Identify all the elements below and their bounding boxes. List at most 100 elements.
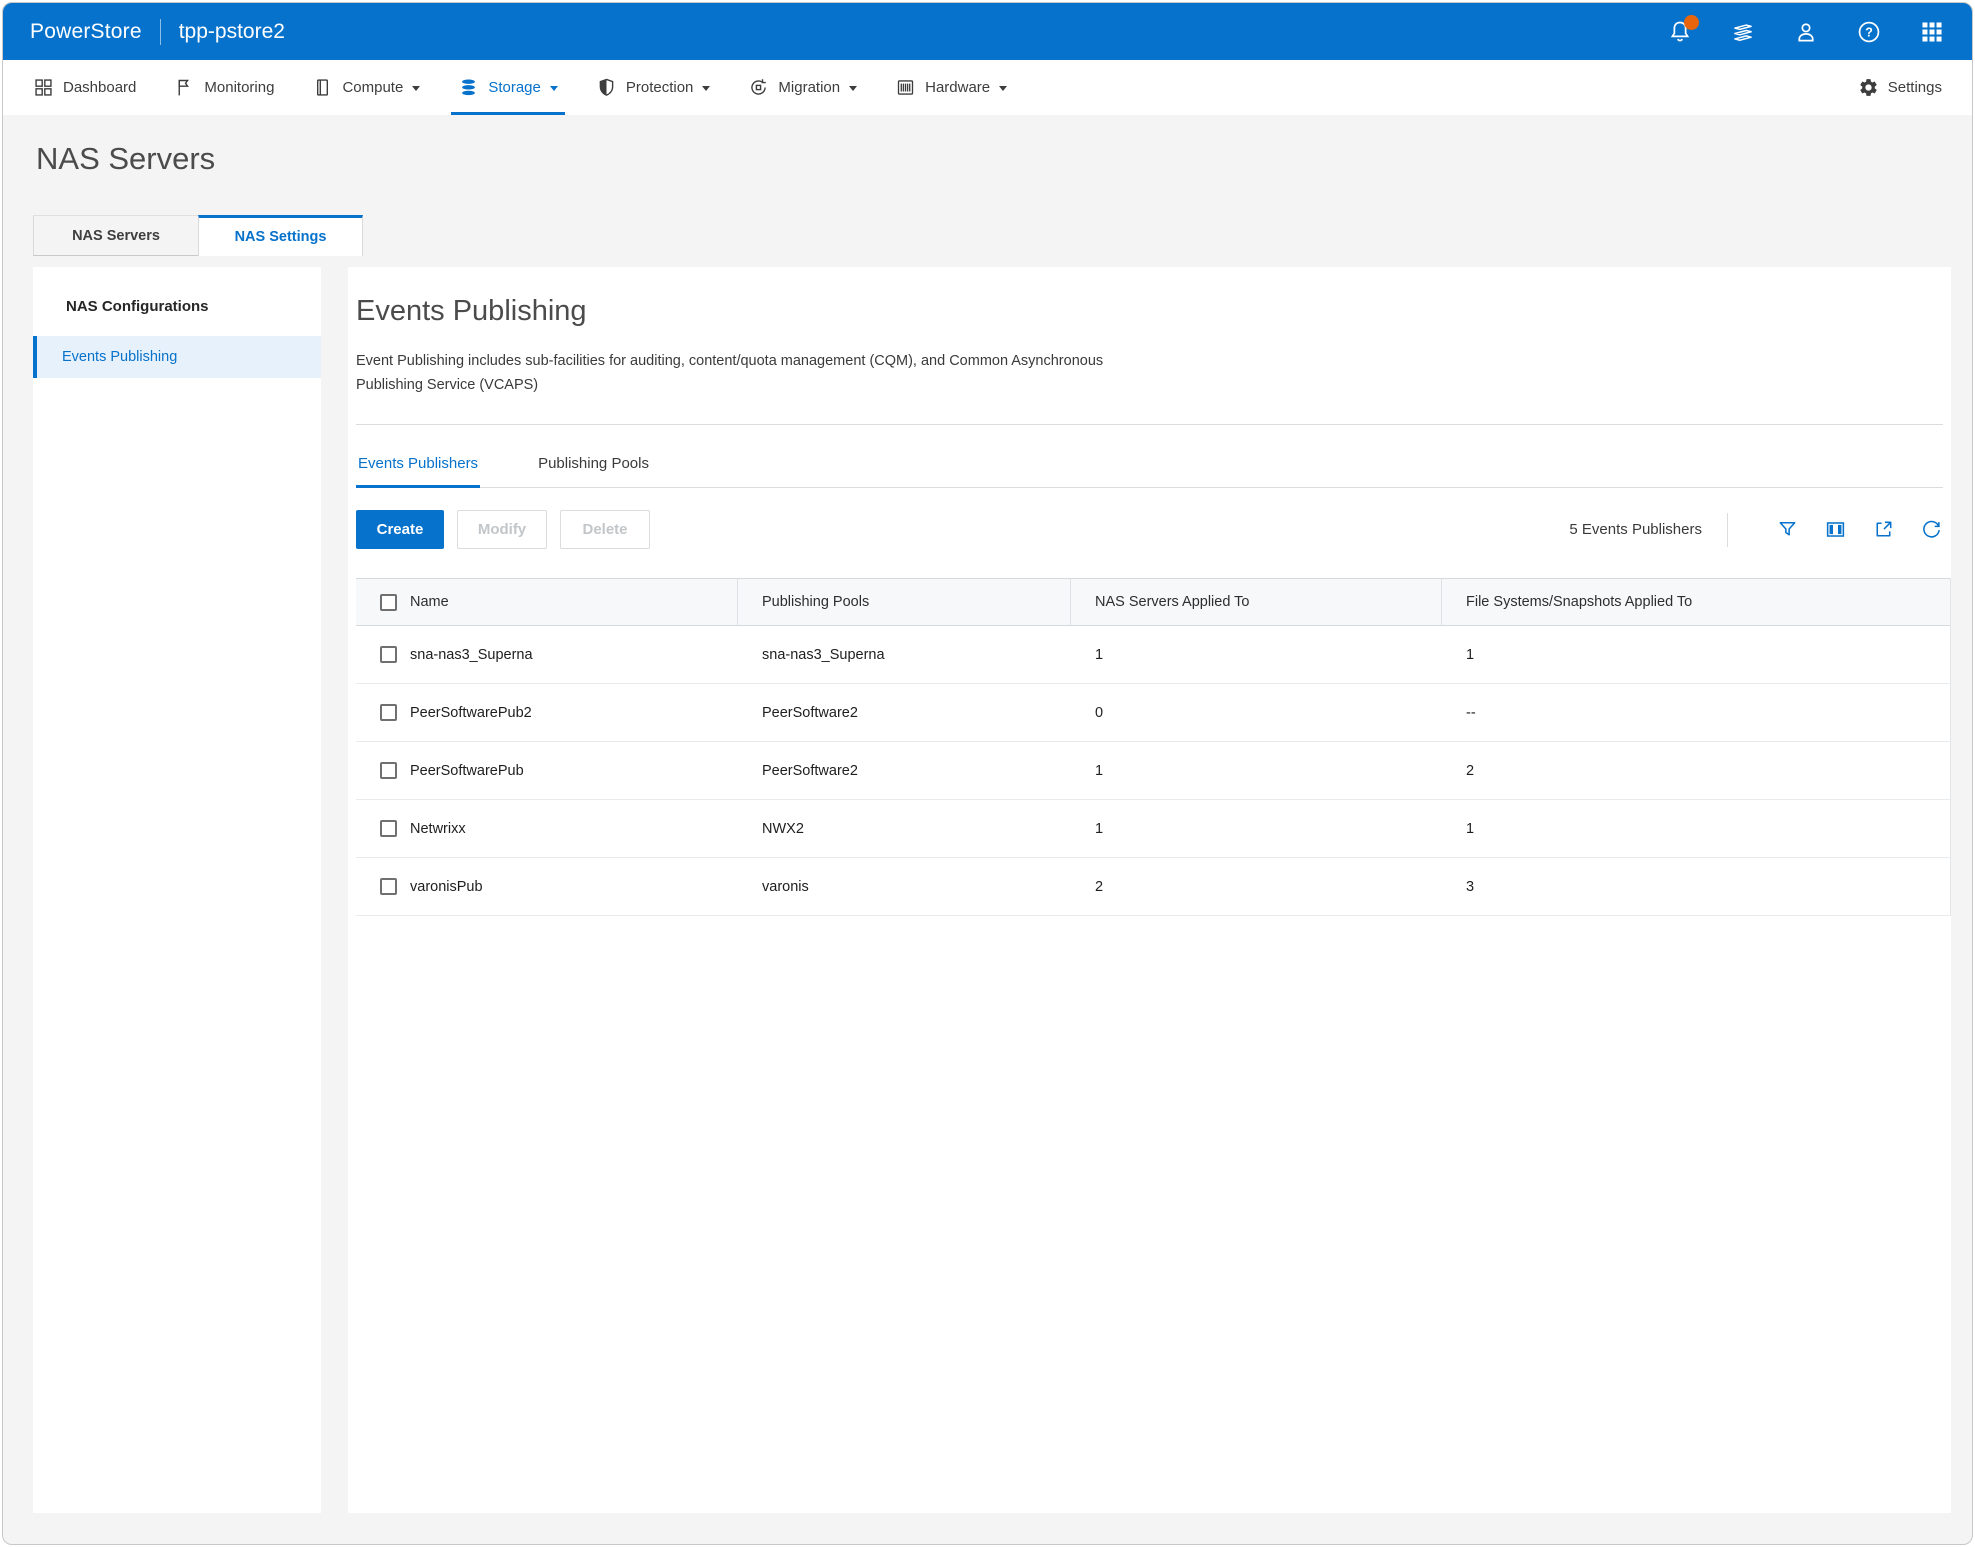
column-header-nas-servers[interactable]: NAS Servers Applied To bbox=[1071, 579, 1442, 625]
gear-icon bbox=[1858, 77, 1879, 98]
sidebar-item-events-publishing[interactable]: Events Publishing bbox=[33, 336, 321, 378]
cell-value: sna-nas3_Superna bbox=[410, 647, 533, 663]
cell-name: PeerSoftwarePub bbox=[356, 742, 738, 799]
export-icon[interactable] bbox=[1872, 518, 1895, 541]
chevron-down-icon bbox=[550, 86, 558, 91]
notification-badge bbox=[1684, 15, 1699, 30]
toolbar-divider bbox=[1727, 513, 1728, 547]
modify-button[interactable]: Modify bbox=[457, 510, 547, 549]
nav-item-protection[interactable]: Protection bbox=[596, 60, 711, 115]
cell-file-systems: 3 bbox=[1442, 858, 1951, 915]
table-row[interactable]: Netwrixx NWX2 1 1 bbox=[356, 800, 1950, 858]
migration-icon bbox=[748, 77, 769, 98]
nav-label: Storage bbox=[488, 79, 541, 96]
subtab-publishing-pools[interactable]: Publishing Pools bbox=[536, 445, 651, 488]
row-checkbox[interactable] bbox=[380, 878, 397, 895]
refresh-icon[interactable] bbox=[1920, 518, 1943, 541]
cell-name: PeerSoftwarePub2 bbox=[356, 684, 738, 741]
table-row[interactable]: varonisPub varonis 2 3 bbox=[356, 858, 1950, 916]
filter-icon[interactable] bbox=[1776, 518, 1799, 541]
flag-icon bbox=[174, 77, 195, 98]
app-window: PowerStore tpp-pstore2 bbox=[2, 2, 1973, 1545]
cell-nas-servers: 0 bbox=[1071, 684, 1442, 741]
column-label: Name bbox=[410, 594, 449, 610]
cell-name: varonisPub bbox=[356, 858, 738, 915]
brand-divider bbox=[160, 19, 161, 45]
toolbar: Create Modify Delete 5 Events Publishers bbox=[356, 510, 1943, 549]
select-all-checkbox[interactable] bbox=[380, 594, 397, 611]
column-header-file-systems[interactable]: File Systems/Snapshots Applied To bbox=[1442, 579, 1951, 625]
toolbar-right: 5 Events Publishers bbox=[1569, 513, 1943, 547]
create-button[interactable]: Create bbox=[356, 510, 444, 549]
cell-file-systems: -- bbox=[1442, 684, 1951, 741]
item-count: 5 Events Publishers bbox=[1569, 521, 1702, 538]
nav-item-storage[interactable]: Storage bbox=[458, 60, 558, 115]
notifications-icon[interactable] bbox=[1667, 19, 1693, 45]
page-title: NAS Servers bbox=[36, 141, 1972, 177]
nav-item-monitoring[interactable]: Monitoring bbox=[174, 60, 274, 115]
nav-label: Dashboard bbox=[63, 79, 136, 96]
user-icon[interactable] bbox=[1793, 19, 1819, 45]
topbar-icon-group: ? bbox=[1667, 19, 1945, 45]
top-bar: PowerStore tpp-pstore2 bbox=[3, 3, 1972, 60]
cell-publishing-pools: PeerSoftware2 bbox=[738, 684, 1071, 741]
row-checkbox[interactable] bbox=[380, 820, 397, 837]
row-checkbox[interactable] bbox=[380, 704, 397, 721]
table-header: Name Publishing Pools NAS Servers Applie… bbox=[356, 578, 1950, 626]
cell-file-systems: 2 bbox=[1442, 742, 1951, 799]
cell-value: PeerSoftwarePub bbox=[410, 763, 524, 779]
cell-nas-servers: 1 bbox=[1071, 800, 1442, 857]
tab-bar: NAS Servers NAS Settings bbox=[33, 215, 1972, 256]
delete-button[interactable]: Delete bbox=[560, 510, 650, 549]
cell-file-systems: 1 bbox=[1442, 800, 1951, 857]
tab-nas-servers[interactable]: NAS Servers bbox=[33, 215, 198, 256]
nav-label: Monitoring bbox=[204, 79, 274, 96]
main-nav: Dashboard Monitoring Compute Storage bbox=[3, 60, 1972, 115]
svg-text:?: ? bbox=[1865, 25, 1873, 39]
table-row[interactable]: PeerSoftwarePub2 PeerSoftware2 0 -- bbox=[356, 684, 1950, 742]
compute-icon bbox=[312, 77, 333, 98]
settings-button[interactable]: Settings bbox=[1858, 77, 1942, 98]
column-label: File Systems/Snapshots Applied To bbox=[1466, 594, 1692, 610]
cell-publishing-pools: varonis bbox=[738, 858, 1071, 915]
content-panels: NAS Configurations Events Publishing Eve… bbox=[33, 267, 1949, 1513]
cell-nas-servers: 1 bbox=[1071, 626, 1442, 683]
table-row[interactable]: sna-nas3_Superna sna-nas3_Superna 1 1 bbox=[356, 626, 1950, 684]
system-name: tpp-pstore2 bbox=[179, 20, 285, 44]
row-checkbox[interactable] bbox=[380, 646, 397, 663]
column-header-name[interactable]: Name bbox=[356, 579, 738, 625]
table-row[interactable]: PeerSoftwarePub PeerSoftware2 1 2 bbox=[356, 742, 1950, 800]
row-checkbox[interactable] bbox=[380, 762, 397, 779]
section-heading: Events Publishing bbox=[356, 295, 1951, 328]
main-panel: Events Publishing Event Publishing inclu… bbox=[348, 267, 1951, 1513]
cell-value: varonisPub bbox=[410, 879, 483, 895]
nav-item-compute[interactable]: Compute bbox=[312, 60, 420, 115]
help-icon[interactable]: ? bbox=[1856, 19, 1882, 45]
cell-name: Netwrixx bbox=[356, 800, 738, 857]
dashboard-icon bbox=[33, 77, 54, 98]
apps-icon[interactable] bbox=[1919, 19, 1945, 45]
column-header-publishing-pools[interactable]: Publishing Pools bbox=[738, 579, 1071, 625]
columns-icon[interactable] bbox=[1824, 518, 1847, 541]
description-line-1: Event Publishing includes sub-facilities… bbox=[356, 349, 1951, 373]
cell-nas-servers: 1 bbox=[1071, 742, 1442, 799]
section-divider bbox=[356, 424, 1943, 425]
tab-nas-settings[interactable]: NAS Settings bbox=[198, 215, 363, 256]
cell-publishing-pools: sna-nas3_Superna bbox=[738, 626, 1071, 683]
jobs-icon[interactable] bbox=[1730, 19, 1756, 45]
cell-publishing-pools: NWX2 bbox=[738, 800, 1071, 857]
sidebar: NAS Configurations Events Publishing bbox=[33, 267, 321, 1513]
sidebar-heading: NAS Configurations bbox=[66, 298, 321, 315]
description-line-2: Publishing Service (VCAPS) bbox=[356, 373, 1951, 397]
events-publishers-table: Name Publishing Pools NAS Servers Applie… bbox=[356, 578, 1951, 916]
chevron-down-icon bbox=[999, 86, 1007, 91]
section-description: Event Publishing includes sub-facilities… bbox=[356, 349, 1951, 397]
nav-item-hardware[interactable]: Hardware bbox=[895, 60, 1007, 115]
subtab-events-publishers[interactable]: Events Publishers bbox=[356, 445, 480, 488]
settings-label: Settings bbox=[1888, 79, 1942, 96]
chevron-down-icon bbox=[849, 86, 857, 91]
storage-icon bbox=[458, 77, 479, 98]
nav-item-migration[interactable]: Migration bbox=[748, 60, 857, 115]
nav-label: Hardware bbox=[925, 79, 990, 96]
nav-item-dashboard[interactable]: Dashboard bbox=[33, 60, 136, 115]
